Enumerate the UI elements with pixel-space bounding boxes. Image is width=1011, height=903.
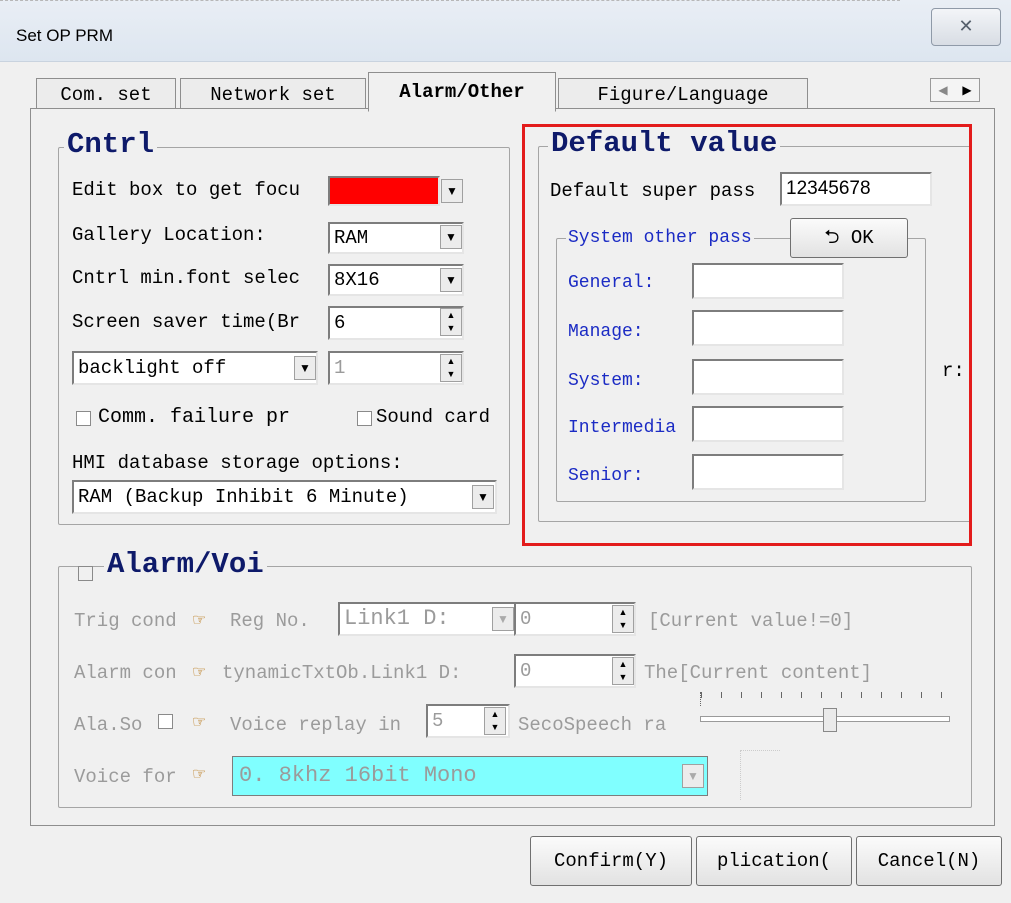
dynamic-text-label: tynamicTxtOb.Link1 D:	[222, 662, 462, 684]
hmi-db-select[interactable]: RAM (Backup Inhibit 6 Minute)	[72, 480, 497, 514]
voice-format-label: Voice for	[74, 766, 177, 788]
title-bar	[0, 0, 1011, 62]
hand-pointer-icon[interactable]: ☞	[192, 662, 206, 682]
tab-figure-language[interactable]: Figure/Language	[558, 78, 808, 112]
font-dropdown-icon[interactable]: ▼	[440, 268, 462, 292]
voice-format-dropdown-icon[interactable]: ▼	[682, 764, 704, 788]
highlight-box	[522, 124, 972, 546]
cancel-button[interactable]: Cancel(N)	[856, 836, 1002, 886]
comm-failure-checkbox[interactable]	[76, 411, 91, 426]
cntrl-group-title: Cntrl	[64, 128, 158, 161]
font-select-label: Cntrl min.font selec	[72, 267, 301, 289]
hmi-db-label: HMI database storage options:	[72, 452, 403, 474]
gallery-location-label: Gallery Location:	[72, 224, 266, 246]
tab-network-set[interactable]: Network set	[180, 78, 366, 112]
window-title: Set OP PRM	[16, 26, 113, 45]
tab-scroll-arrows: ◀ ▶	[930, 78, 980, 102]
screen-saver-spinner[interactable]: ▲ ▼	[440, 308, 462, 336]
speech-rate-label: SecoSpeech ra	[518, 714, 667, 736]
gallery-dropdown-icon[interactable]: ▼	[440, 225, 462, 249]
top-edge	[0, 0, 900, 3]
sound-card-label: Sound card	[376, 406, 491, 428]
tab-com-set[interactable]: Com. set	[36, 78, 176, 112]
comm-failure-label: Comm. failure pr	[98, 406, 291, 429]
sound-card-checkbox[interactable]	[357, 411, 372, 426]
backlight-dropdown-icon[interactable]: ▼	[294, 356, 316, 380]
edit-focus-label: Edit box to get focu	[72, 179, 301, 201]
voice-format-select[interactable]: 0. 8khz 16bit Mono	[232, 756, 708, 796]
application-button[interactable]: plication(	[696, 836, 852, 886]
edit-focus-dropdown-icon[interactable]: ▼	[441, 179, 463, 203]
faded-graphic	[740, 750, 780, 800]
speech-rate-slider[interactable]	[823, 708, 837, 732]
screen-saver-label: Screen saver time(Br	[72, 311, 301, 333]
condition-text: [Current value!=0]	[648, 610, 854, 632]
hand-pointer-icon[interactable]: ☞	[192, 712, 206, 732]
reg-no-label: Reg No.	[230, 610, 310, 632]
current-content-text: The[Current content]	[644, 662, 873, 684]
confirm-button[interactable]: Confirm(Y)	[530, 836, 692, 886]
edit-focus-color-swatch[interactable]	[328, 176, 440, 206]
alarm-sound-checkbox[interactable]	[158, 714, 173, 729]
link-select[interactable]: Link1 D:	[338, 602, 516, 636]
backlight-spinner[interactable]: ▲ ▼	[440, 354, 462, 382]
hmi-db-dropdown-icon[interactable]: ▼	[472, 485, 494, 509]
reg-value-spinner[interactable]: ▲ ▼	[612, 605, 634, 633]
trig-cond-label: Trig cond	[74, 610, 177, 632]
hand-pointer-icon[interactable]: ☞	[192, 610, 206, 630]
speech-rate-ticks	[700, 692, 950, 706]
voice-replay-label: Voice replay in	[230, 714, 402, 736]
alarm-con-label: Alarm con	[74, 662, 177, 684]
hand-pointer-icon[interactable]: ☞	[192, 764, 206, 784]
backlight-select[interactable]: backlight off	[72, 351, 318, 385]
ala-so-label: Ala.So	[74, 714, 143, 736]
tab-alarm-other[interactable]: Alarm/Other	[368, 72, 556, 112]
alarm-voice-title: Alarm/Voi	[104, 548, 267, 581]
tab-scroll-right-icon[interactable]: ▶	[955, 79, 979, 101]
close-button[interactable]: ✕	[931, 8, 1001, 46]
link-dropdown-icon[interactable]: ▼	[492, 607, 514, 631]
tab-scroll-left-icon[interactable]: ◀	[931, 79, 955, 101]
dyn-value-spinner[interactable]: ▲ ▼	[612, 657, 634, 685]
voice-replay-spinner[interactable]: ▲ ▼	[484, 707, 506, 735]
alarm-voice-checkbox[interactable]	[78, 566, 93, 581]
